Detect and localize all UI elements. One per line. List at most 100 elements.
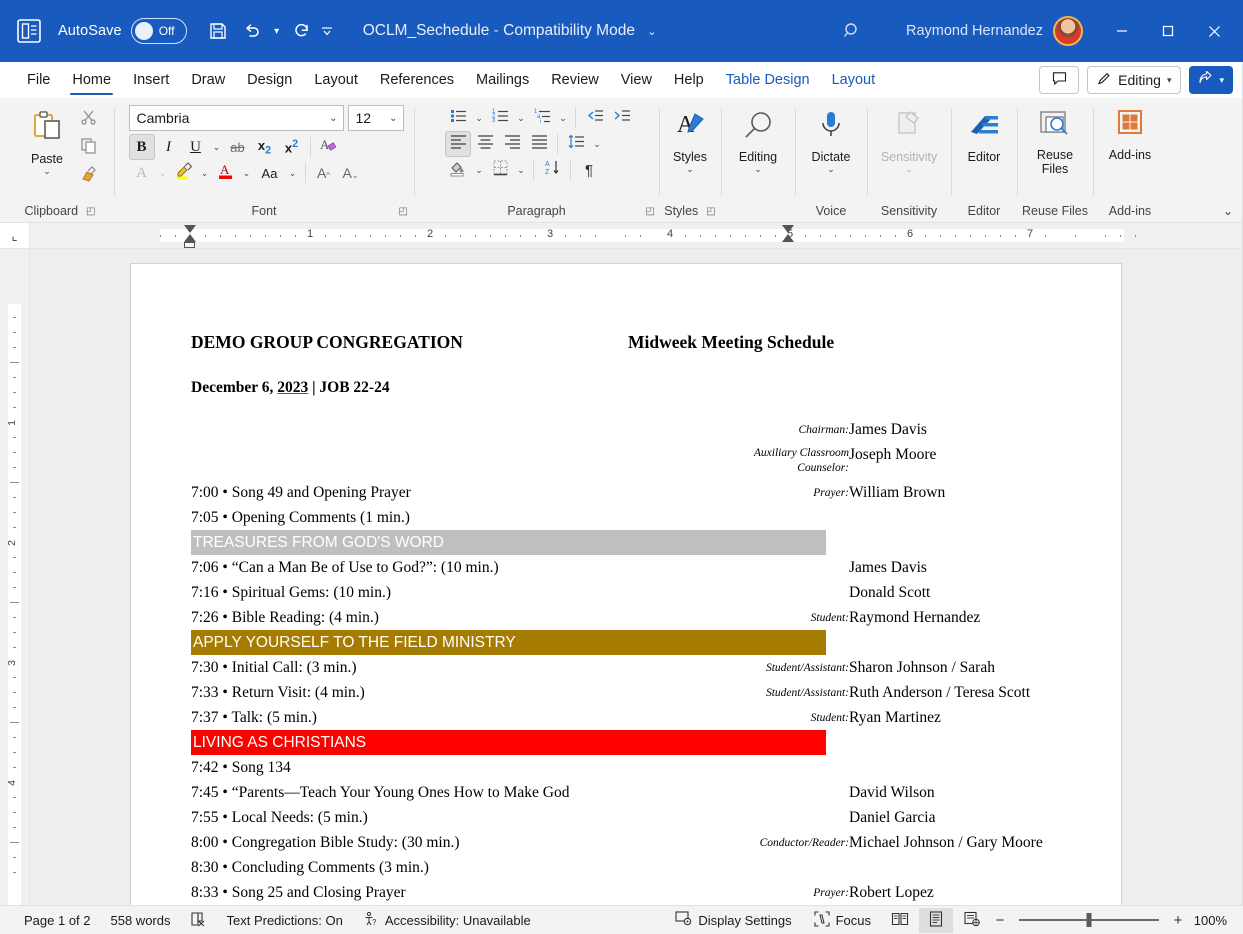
borders-button[interactable] <box>487 157 513 183</box>
add-ins-button[interactable]: Add-ins <box>1099 105 1161 165</box>
change-case-chevron-down-icon[interactable]: ⌄ <box>286 160 300 186</box>
search-icon[interactable] <box>826 10 878 52</box>
copy-button[interactable] <box>75 135 101 161</box>
tab-insert[interactable]: Insert <box>122 62 180 98</box>
styles-dialog-launcher-icon[interactable]: ◰ <box>706 206 715 217</box>
align-center-button[interactable] <box>472 131 498 157</box>
clear-formatting-button[interactable]: A <box>316 134 342 160</box>
cut-button[interactable] <box>75 107 101 133</box>
tab-draw[interactable]: Draw <box>180 62 236 98</box>
sensitivity-chevron-down-icon[interactable]: ⌄ <box>905 165 913 174</box>
display-settings-button[interactable]: Display Settings <box>665 909 801 932</box>
styles-chevron-down-icon[interactable]: ⌄ <box>686 165 694 174</box>
account-name[interactable]: Raymond Hernandez <box>906 23 1043 39</box>
tab-stop-left-icon[interactable]: ⌞ <box>0 223 30 248</box>
focus-button[interactable]: Focus <box>804 909 881 932</box>
editing-group-chevron-down-icon[interactable]: ⌄ <box>754 165 762 174</box>
strikethrough-button[interactable]: ab <box>225 134 251 160</box>
title-chevron-down-icon[interactable]: ⌄ <box>647 26 656 38</box>
horizontal-ruler[interactable]: 1 2 3 4 5 6 7 <box>30 223 1243 248</box>
tab-mailings[interactable]: Mailings <box>465 62 540 98</box>
text-effects-button[interactable]: A <box>129 160 155 186</box>
page-canvas[interactable]: DEMO GROUP CONGREGATION Midweek Meeting … <box>30 249 1243 905</box>
document-page[interactable]: DEMO GROUP CONGREGATION Midweek Meeting … <box>130 263 1122 905</box>
align-right-button[interactable] <box>499 131 525 157</box>
read-mode-button[interactable] <box>883 908 917 933</box>
superscript-button[interactable]: x2 <box>279 134 305 160</box>
format-painter-button[interactable] <box>75 163 101 189</box>
shading-chevron-down-icon[interactable]: ⌄ <box>472 157 486 183</box>
minimize-icon[interactable] <box>1099 0 1145 62</box>
numbering-chevron-down-icon[interactable]: ⌄ <box>514 105 528 131</box>
borders-chevron-down-icon[interactable]: ⌄ <box>514 157 528 183</box>
editing-find-button[interactable]: Editing ⌄ <box>726 105 790 177</box>
underline-button[interactable]: U <box>183 134 209 160</box>
subscript-button[interactable]: x2 <box>252 134 278 160</box>
shading-button[interactable] <box>445 157 471 183</box>
font-size-chevron-down-icon[interactable]: ⌄ <box>389 113 397 124</box>
dictate-button[interactable]: Dictate ⌄ <box>800 105 862 177</box>
right-indent-marker[interactable] <box>782 234 794 242</box>
grow-font-button[interactable]: A^ <box>311 160 337 186</box>
undo-dropdown-chevron-down-icon[interactable]: ▾ <box>269 14 285 48</box>
text-highlight-button[interactable] <box>171 160 197 186</box>
font-color-button[interactable]: A <box>213 160 239 186</box>
editor-button[interactable]: Editor <box>955 105 1013 167</box>
autosave-toggle[interactable]: Off <box>130 18 187 44</box>
tab-review[interactable]: Review <box>540 62 610 98</box>
first-line-indent-marker[interactable] <box>184 225 196 233</box>
document-body[interactable]: DEMO GROUP CONGREGATION Midweek Meeting … <box>191 332 1071 905</box>
change-case-button[interactable]: Aa <box>255 160 285 186</box>
bold-button[interactable]: B <box>128 134 155 160</box>
editing-mode-button[interactable]: Editing ▾ <box>1087 66 1182 94</box>
font-name-input[interactable]: Cambria ⌄ <box>128 105 344 131</box>
italic-button[interactable]: I <box>156 134 182 160</box>
sensitivity-button[interactable]: Sensitivity ⌄ <box>871 105 947 177</box>
tab-table-design[interactable]: Table Design <box>715 62 821 98</box>
text-highlight-chevron-down-icon[interactable]: ⌄ <box>198 160 212 186</box>
tab-file[interactable]: File <box>16 62 61 98</box>
avatar[interactable] <box>1053 16 1083 46</box>
reuse-files-button[interactable]: Reuse Files <box>1023 105 1087 179</box>
tab-home[interactable]: Home <box>61 62 122 98</box>
undo-icon[interactable] <box>235 14 269 48</box>
styles-button[interactable]: A Styles ⌄ <box>662 105 718 177</box>
page-status[interactable]: Page 1 of 2 <box>14 909 101 932</box>
zoom-slider-thumb[interactable] <box>1086 913 1092 927</box>
paste-chevron-down-icon[interactable]: ⌄ <box>43 167 51 176</box>
align-left-button[interactable] <box>445 131 471 157</box>
decrease-indent-button[interactable] <box>581 105 607 131</box>
paragraph-dialog-launcher-icon[interactable]: ◰ <box>646 206 655 217</box>
text-effects-chevron-down-icon[interactable]: ⌄ <box>156 160 170 186</box>
zoom-out-icon[interactable]: − <box>991 912 1009 929</box>
maximize-icon[interactable] <box>1145 0 1191 62</box>
redo-icon[interactable] <box>285 14 319 48</box>
bullets-chevron-down-icon[interactable]: ⌄ <box>472 105 486 131</box>
show-paragraph-marks-button[interactable]: ¶ <box>576 157 602 183</box>
customize-quick-access-icon[interactable] <box>319 14 335 48</box>
dictate-chevron-down-icon[interactable]: ⌄ <box>827 165 835 174</box>
clipboard-dialog-launcher-icon[interactable]: ◰ <box>86 206 95 217</box>
tab-view[interactable]: View <box>610 62 663 98</box>
font-dialog-launcher-icon[interactable]: ◰ <box>399 206 408 217</box>
tab-references[interactable]: References <box>369 62 465 98</box>
justify-button[interactable] <box>526 131 552 157</box>
zoom-level[interactable]: 100% <box>1189 913 1233 928</box>
shrink-font-button[interactable]: A⌄ <box>338 160 364 186</box>
accessibility-status[interactable]: ? Accessibility: Unavailable <box>353 909 541 932</box>
increase-indent-button[interactable] <box>608 105 634 131</box>
zoom-in-icon[interactable]: + <box>1169 912 1187 929</box>
font-name-chevron-down-icon[interactable]: ⌄ <box>329 113 337 124</box>
comments-button[interactable] <box>1039 66 1080 94</box>
tab-table-layout[interactable]: Layout <box>821 62 887 98</box>
share-chevron-down-icon[interactable]: ▾ <box>1219 75 1224 86</box>
line-spacing-button[interactable] <box>563 131 589 157</box>
share-button[interactable]: ▾ <box>1189 66 1233 94</box>
text-predictions-status[interactable]: Text Predictions: On <box>216 909 352 932</box>
tab-help[interactable]: Help <box>663 62 715 98</box>
close-icon[interactable] <box>1191 0 1237 62</box>
hanging-indent-marker[interactable] <box>184 234 196 242</box>
multilevel-list-button[interactable]: 1 a i <box>529 105 555 131</box>
paste-button[interactable]: Paste ⌄ <box>19 105 75 179</box>
line-spacing-chevron-down-icon[interactable]: ⌄ <box>590 131 604 157</box>
